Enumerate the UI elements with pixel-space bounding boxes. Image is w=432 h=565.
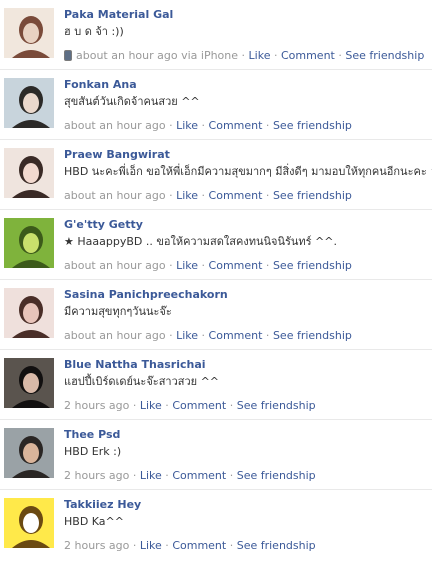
post-time: about an hour ago — [64, 259, 166, 272]
avatar[interactable] — [4, 8, 54, 58]
post-message: สุขสันต์วันเกิดจ้าคนสวย ^^ — [64, 95, 200, 108]
see-friendship-link[interactable]: See friendship — [273, 119, 352, 132]
post-message: ฮ บ ด จ้า :)) — [64, 25, 124, 38]
avatar[interactable] — [4, 358, 54, 408]
post-time: about an hour ago — [76, 49, 178, 62]
post-message: HBD Erk :) — [64, 445, 122, 458]
poster-name[interactable]: Praew Bangwirat — [64, 148, 170, 162]
avatar[interactable] — [4, 428, 54, 478]
poster-name[interactable]: Sasina Panichpreechakorn — [64, 288, 228, 302]
comment-link[interactable]: Comment — [172, 469, 226, 482]
poster-name[interactable]: Thee Psd — [64, 428, 120, 442]
like-link[interactable]: Like — [176, 259, 198, 272]
poster-name[interactable]: Paka Material Gal — [64, 8, 173, 22]
post-meta: about an hour ago · Like · Comment · See… — [64, 119, 352, 132]
comment-link[interactable]: Comment — [209, 329, 263, 342]
post-time: 2 hours ago — [64, 469, 130, 482]
post-meta: about an hour ago · Like · Comment · See… — [64, 189, 352, 202]
comment-link[interactable]: Comment — [281, 49, 335, 62]
see-friendship-link[interactable]: See friendship — [273, 329, 352, 342]
see-friendship-link[interactable]: See friendship — [237, 469, 316, 482]
post-message: แฮปปี้เบิร์ดเดย์นะจ๊ะสาวสวย ^^ — [64, 375, 220, 388]
post-message: ★ HaaappyBD .. ขอให้ความสดใสคงทนนิจนิรัน… — [64, 235, 337, 248]
like-link[interactable]: Like — [249, 49, 271, 62]
list-item: Praew Bangwirat HBD นะคะพี่เอ็ก ขอให้พี่… — [0, 139, 432, 209]
phone-icon — [64, 50, 72, 61]
post-time: about an hour ago — [64, 189, 166, 202]
list-item: Sasina Panichpreechakorn มีความสุขทุกๆวั… — [0, 279, 432, 349]
see-friendship-link[interactable]: See friendship — [237, 539, 316, 552]
comment-link[interactable]: Comment — [209, 189, 263, 202]
post-time: 2 hours ago — [64, 399, 130, 412]
comment-link[interactable]: Comment — [172, 399, 226, 412]
avatar[interactable] — [4, 288, 54, 338]
list-item: Fonkan Ana สุขสันต์วันเกิดจ้าคนสวย ^^ ab… — [0, 69, 432, 139]
avatar[interactable] — [4, 498, 54, 548]
list-item: Blue Nattha Thasrichai แฮปปี้เบิร์ดเดย์น… — [0, 349, 432, 419]
post-meta: about an hour ago · Like · Comment · See… — [64, 259, 352, 272]
post-via: via iPhone — [181, 49, 239, 62]
comment-link[interactable]: Comment — [209, 259, 263, 272]
post-message: มีความสุขทุกๆวันนะจ๊ะ — [64, 305, 172, 318]
poster-name[interactable]: G'e'tty Getty — [64, 218, 143, 232]
poster-name[interactable]: Fonkan Ana — [64, 78, 137, 92]
avatar[interactable] — [4, 148, 54, 198]
post-message: HBD Ka^^ — [64, 515, 124, 528]
like-link[interactable]: Like — [140, 399, 162, 412]
see-friendship-link[interactable]: See friendship — [273, 189, 352, 202]
like-link[interactable]: Like — [176, 329, 198, 342]
post-time: 2 hours ago — [64, 539, 130, 552]
post-time: about an hour ago — [64, 119, 166, 132]
post-time: about an hour ago — [64, 329, 166, 342]
avatar[interactable] — [4, 78, 54, 128]
notification-feed: Paka Material Gal ฮ บ ด จ้า :)) about an… — [0, 0, 432, 559]
like-link[interactable]: Like — [140, 539, 162, 552]
list-item: Thee Psd HBD Erk :) 2 hours ago · Like ·… — [0, 419, 432, 489]
post-meta: 2 hours ago · Like · Comment · See frien… — [64, 469, 316, 482]
poster-name[interactable]: Takkiiez Hey — [64, 498, 141, 512]
see-friendship-link[interactable]: See friendship — [273, 259, 352, 272]
post-meta: 2 hours ago · Like · Comment · See frien… — [64, 399, 316, 412]
comment-link[interactable]: Comment — [209, 119, 263, 132]
like-link[interactable]: Like — [140, 469, 162, 482]
avatar[interactable] — [4, 218, 54, 268]
see-friendship-link[interactable]: See friendship — [345, 49, 424, 62]
post-message: HBD นะคะพี่เอ็ก ขอให้พี่เอ็กมีความสุขมาก… — [64, 165, 432, 178]
like-link[interactable]: Like — [176, 119, 198, 132]
see-friendship-link[interactable]: See friendship — [237, 399, 316, 412]
post-meta: about an hour ago · Like · Comment · See… — [64, 329, 352, 342]
list-item: Paka Material Gal ฮ บ ด จ้า :)) about an… — [0, 0, 432, 69]
comment-link[interactable]: Comment — [172, 539, 226, 552]
list-item: Takkiiez Hey HBD Ka^^ 2 hours ago · Like… — [0, 489, 432, 559]
list-item: G'e'tty Getty ★ HaaappyBD .. ขอให้ความสด… — [0, 209, 432, 279]
like-link[interactable]: Like — [176, 189, 198, 202]
poster-name[interactable]: Blue Nattha Thasrichai — [64, 358, 206, 372]
post-meta: about an hour ago via iPhone · Like · Co… — [64, 49, 428, 63]
post-meta: 2 hours ago · Like · Comment · See frien… — [64, 539, 316, 552]
